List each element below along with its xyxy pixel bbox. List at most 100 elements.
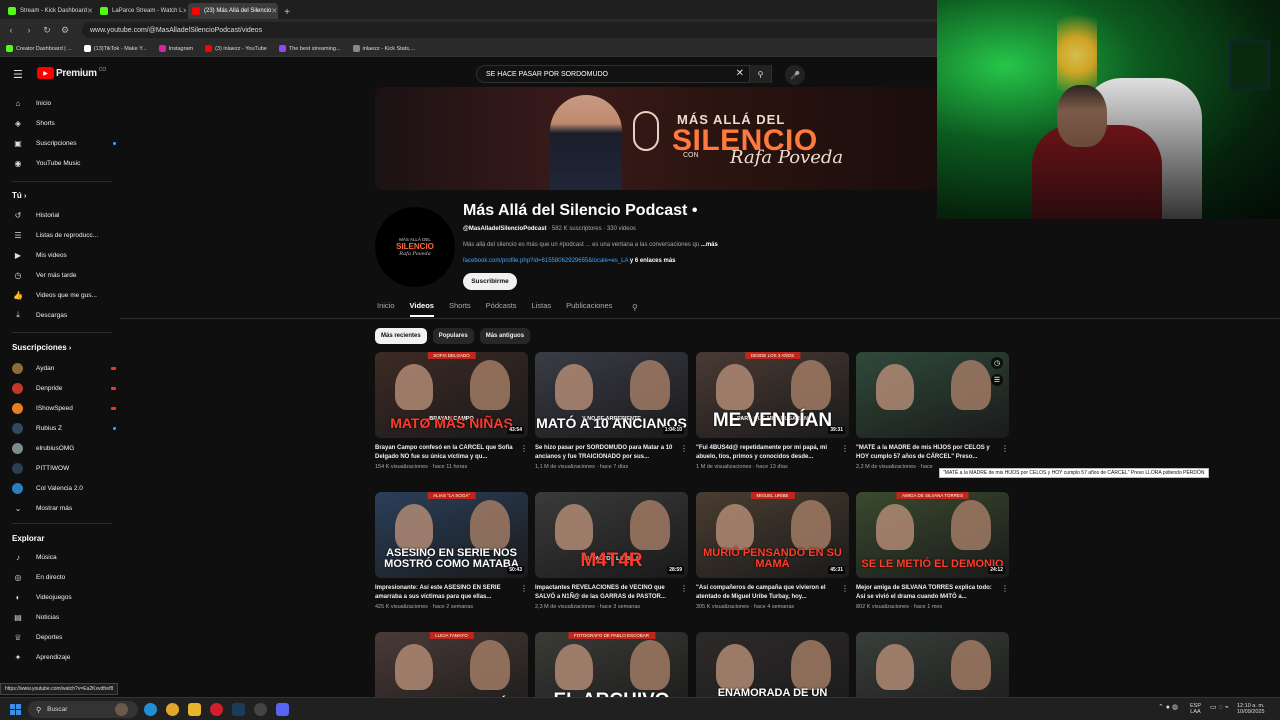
sidebar-item-trophy[interactable]: ♕ Deportes: [12, 630, 116, 644]
chrome-icon[interactable]: [166, 703, 179, 716]
sidebar-item-playlist[interactable]: ☰ Listas de reproducc...: [12, 228, 116, 242]
tray-icons[interactable]: ⌃ ● ◍: [1158, 704, 1178, 711]
video-thumbnail[interactable]: DESDE LOS 3 AÑOS PARA QUE ME ABUSARAN ME…: [696, 352, 849, 438]
bookmark-item[interactable]: The best streaming...: [278, 45, 341, 52]
video-card[interactable]: DESDE LOS 3 AÑOS PARA QUE ME ABUSARAN ME…: [696, 352, 849, 470]
more-options-icon[interactable]: ⋮: [841, 444, 849, 453]
new-tab-button[interactable]: +: [280, 5, 294, 19]
sidebar-subscription[interactable]: IShowSpeed: [12, 401, 116, 415]
clock[interactable]: 12:10 a. m. 10/09/2025: [1237, 703, 1265, 715]
close-icon[interactable]: ✕: [87, 7, 93, 15]
channel-link[interactable]: facebook.com/profile.php?id=615580629296…: [463, 258, 676, 264]
sidebar-subscription[interactable]: Denpride: [12, 381, 116, 395]
tab-listas[interactable]: Listas: [532, 301, 552, 317]
search-icon[interactable]: ⚲: [632, 303, 638, 312]
you-heading[interactable]: Tú ›: [12, 191, 26, 200]
sidebar-item-music[interactable]: ◉ YouTube Music: [12, 156, 116, 170]
sidebar-subscription[interactable]: Col Valencia 2.0: [12, 481, 116, 495]
channel-description[interactable]: Más allá del silencio es más que un #pod…: [463, 242, 718, 248]
add-to-queue-icon[interactable]: ☰: [991, 374, 1003, 386]
video-card[interactable]: AMIGA DE SILVANA TORRES SE LE METIÓ EL D…: [856, 492, 1009, 610]
close-icon[interactable]: ✕: [182, 7, 186, 15]
sidebar-item-my-videos[interactable]: ▶ Mis videos: [12, 248, 116, 262]
steam-icon[interactable]: [232, 703, 245, 716]
obs-icon[interactable]: [254, 703, 267, 716]
video-card[interactable]: MIGUEL URIBE MURIÓ PENSANDO EN SU MAMÁ 4…: [696, 492, 849, 610]
browser-tab-1[interactable]: Stream - Kick Dashboard ✕: [4, 3, 94, 19]
youtube-logo[interactable]: ▶ Premium CO: [37, 67, 106, 79]
discord-icon[interactable]: [276, 703, 289, 716]
tab-p-dcasts[interactable]: Pódcasts: [486, 301, 517, 317]
back-icon[interactable]: ‹: [4, 23, 18, 37]
more-options-icon[interactable]: ⋮: [680, 444, 688, 453]
sidebar-item-music-note[interactable]: ♪ Música: [12, 550, 116, 564]
sort-chip[interactable]: Más recientes: [375, 328, 427, 344]
system-icons[interactable]: ▭ ◌ ⌁: [1210, 704, 1229, 711]
video-title[interactable]: Impresionante: Así este ASESINO EN SERIE…: [375, 584, 518, 602]
video-title[interactable]: "Fui 4BUS4d@ repetidamente por mi papá, …: [696, 444, 839, 462]
url-input[interactable]: www.youtube.com/@MasAlladelSilencioPodca…: [82, 22, 942, 38]
sidebar-item-live[interactable]: ◎ En directo: [12, 570, 116, 584]
search-input[interactable]: SE HACE PASAR POR SORDOMUDO ✕ ⚲: [476, 65, 772, 83]
sidebar-item-download[interactable]: ⤓ Descargas: [12, 308, 116, 322]
bookmark-item[interactable]: Creator Dashboard | ...: [6, 45, 72, 52]
video-card[interactable]: "MATÉ a la MADRE de mis HIJOS por CELOS …: [856, 352, 1009, 470]
sidebar-subscription[interactable]: Rubius Z: [12, 421, 116, 435]
sidebar-subscription[interactable]: elrubiusOMG: [12, 441, 116, 455]
sidebar-item-home[interactable]: ⌂ Inicio: [12, 96, 116, 110]
more-options-icon[interactable]: ⋮: [680, 584, 688, 593]
video-thumbnail[interactable]: AMIGA DE SILVANA TORRES SE LE METIÓ EL D…: [856, 492, 1009, 578]
sidebar-subscription[interactable]: PITTIWOW: [12, 461, 116, 475]
sidebar-item-watch-later[interactable]: ◷ Ver más tarde: [12, 268, 116, 282]
clear-icon[interactable]: ✕: [736, 68, 744, 79]
video-card[interactable]: EL PASTOR LA IBA A M4T4R 28:59 Impactant…: [535, 492, 688, 610]
menu-icon[interactable]: ☰: [13, 68, 23, 81]
video-title[interactable]: "MATÉ a la MADRE de mis HIJOS por CELOS …: [856, 444, 999, 462]
more-options-icon[interactable]: ⋮: [520, 444, 528, 453]
browser-tab-3[interactable]: (23) Más Allá del Silencio ✕: [188, 3, 278, 19]
video-title[interactable]: Brayan Campo confesó en la CÁRCEL que So…: [375, 444, 518, 462]
channel-avatar[interactable]: MÁS ALLÁ DEL SILENCIO Rafa Poveda: [375, 207, 455, 287]
close-icon[interactable]: ✕: [271, 7, 277, 15]
video-thumbnail[interactable]: Y NO SE ARREPIENTE MATÓ A 10 ANCIANOS 1:…: [535, 352, 688, 438]
video-card[interactable]: Y NO SE ARREPIENTE MATÓ A 10 ANCIANOS 1:…: [535, 352, 688, 470]
sort-chip[interactable]: Populares: [432, 328, 474, 344]
forward-icon[interactable]: ›: [22, 23, 36, 37]
sidebar-item-shorts[interactable]: ◈ Shorts: [12, 116, 116, 130]
windows-start-icon[interactable]: [10, 704, 21, 715]
sort-chip[interactable]: Más antiguos: [479, 328, 531, 344]
bookmark-item[interactable]: Instagram: [158, 45, 193, 52]
video-title[interactable]: Se hizo pasar por SORDOMUDO para Matar a…: [535, 444, 678, 462]
bookmark-item[interactable]: (3) inlaezz - YouTube: [205, 45, 267, 52]
sidebar-item-like[interactable]: 👍 Videos que me gus...: [12, 288, 116, 302]
browser-tab-2[interactable]: LaParce Stream - Watch L ✕: [96, 3, 186, 19]
video-thumbnail[interactable]: ALIAS "LA SOGA" ASESINO EN SERIE NOS MOS…: [375, 492, 528, 578]
sidebar-item-history[interactable]: ↺ Historial: [12, 208, 116, 222]
video-thumbnail[interactable]: MIGUEL URIBE MURIÓ PENSANDO EN SU MAMÁ 4…: [696, 492, 849, 578]
video-card[interactable]: SOFIA DELGADO BRAYAN CAMPO MATØ MÁS NIÑA…: [375, 352, 528, 470]
sidebar-subscription[interactable]: Aydan: [12, 361, 116, 375]
sidebar-item-gaming[interactable]: ◐ Videojuegos: [12, 590, 116, 604]
voice-search-button[interactable]: 🎤: [785, 65, 805, 85]
bookmark-item[interactable]: inlaezz - Kick Stats,...: [352, 45, 415, 52]
video-title[interactable]: Mejor amiga de SILVANA TORRES explica to…: [856, 584, 999, 602]
more-options-icon[interactable]: ⋮: [1001, 444, 1009, 453]
watch-later-icon[interactable]: ◷: [991, 357, 1003, 369]
subscriptions-heading[interactable]: Suscripciones ›: [12, 343, 71, 352]
task-view-icon[interactable]: [115, 703, 128, 716]
sidebar-item-subscriptions[interactable]: ▣ Suscripciones: [12, 136, 116, 150]
more-options-icon[interactable]: ⋮: [1001, 584, 1009, 593]
tab-inicio[interactable]: Inicio: [377, 301, 395, 317]
search-button[interactable]: ⚲: [749, 65, 771, 83]
tab-shorts[interactable]: Shorts: [449, 301, 471, 317]
reload-icon[interactable]: ↻: [40, 23, 54, 37]
video-thumbnail[interactable]: SOFIA DELGADO BRAYAN CAMPO MATØ MÁS NIÑA…: [375, 352, 528, 438]
video-title[interactable]: Impactantes REVELACIONES de VECINO que S…: [535, 584, 678, 602]
language-indicator[interactable]: ESP LAA: [1190, 703, 1201, 715]
more-options-icon[interactable]: ⋮: [520, 584, 528, 593]
tab-publicaciones[interactable]: Publicaciones: [566, 301, 612, 317]
site-info-icon[interactable]: ⚙: [58, 23, 72, 37]
subscribe-button[interactable]: Suscribirme: [463, 273, 517, 290]
edge-icon[interactable]: [144, 703, 157, 716]
opera-icon[interactable]: [210, 703, 223, 716]
